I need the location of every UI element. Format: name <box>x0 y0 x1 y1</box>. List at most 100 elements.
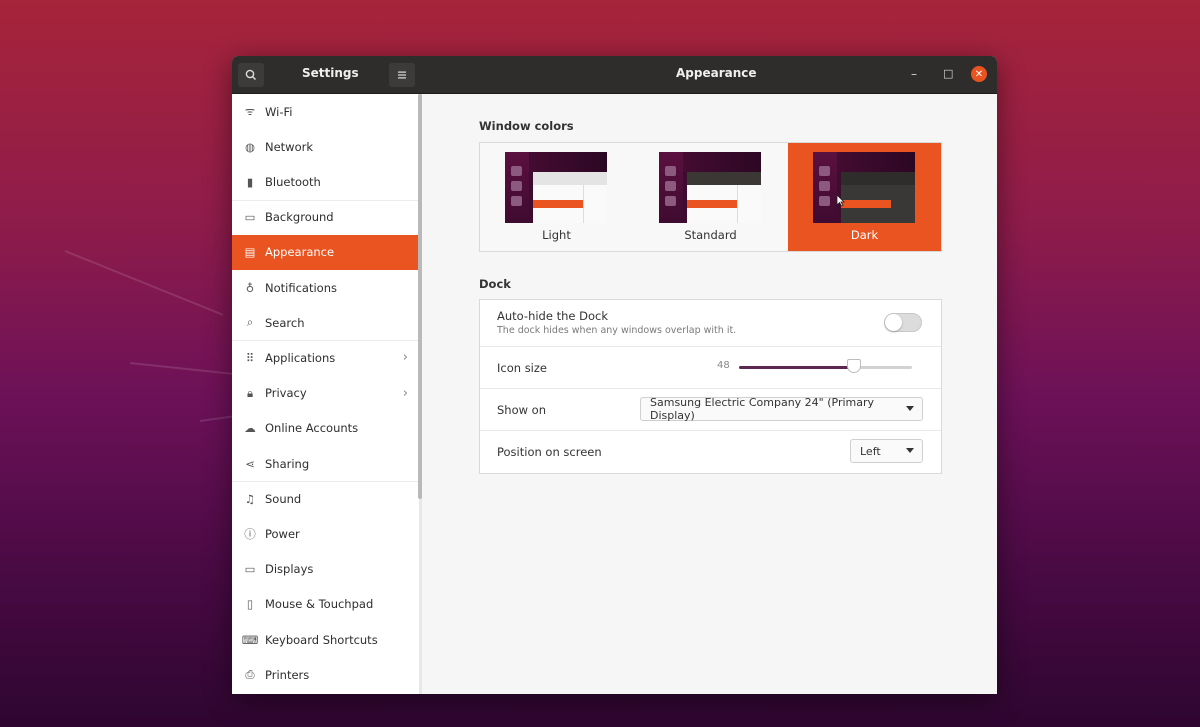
theme-label-dark: Dark <box>850 228 879 242</box>
sidebar-item-label: Applications <box>265 350 336 365</box>
theme-option-dark[interactable]: Dark <box>788 143 941 251</box>
settings-window: Settings Appearance – □ ✕ ᯤ Wi-Fi ◍ Network… <box>232 56 997 694</box>
sidebar-item-label: Keyboard Shortcuts <box>265 632 378 647</box>
hamburger-menu-icon <box>398 71 406 79</box>
sidebar-item-keyboard-shortcuts[interactable]: ⌨ Keyboard Shortcuts <box>232 622 420 657</box>
sidebar-item-label: Bluetooth <box>265 174 321 189</box>
cloud-icon: ☁ <box>244 421 256 436</box>
applications-grid-icon: ⠿ <box>245 350 255 365</box>
sidebar-item-label: Appearance <box>265 245 335 260</box>
wallpaper-streak <box>199 415 235 422</box>
sidebar-item-label: Displays <box>265 562 314 577</box>
sidebar-item-label: Search <box>265 315 305 330</box>
sidebar-item-power[interactable]: ⓘ Power <box>232 516 420 551</box>
notifications-bell-icon: ♁ <box>245 280 255 295</box>
mouse-icon: ▯ <box>246 597 254 612</box>
search-icon <box>245 69 257 81</box>
show-on-dropdown[interactable]: Samsung Electric Company 24" (Primary Di… <box>640 396 923 422</box>
sidebar-item-displays[interactable]: ▭ Displays <box>232 552 420 587</box>
close-icon: ✕ <box>974 68 984 80</box>
position-row: Position on screen Left <box>480 431 941 472</box>
sidebar-item-wi-fi[interactable]: ᯤ Wi-Fi <box>232 94 420 129</box>
show-on-row: Show on Samsung Electric Company 24" (Pr… <box>480 389 941 431</box>
sidebar-item-sound[interactable]: ♫ Sound <box>232 481 420 516</box>
keyboard-icon: ⌨ <box>241 632 259 647</box>
sidebar-item-sharing[interactable]: ⋖ Sharing <box>232 446 420 481</box>
printer-icon: ⎙ <box>245 667 255 682</box>
position-label: Position on screen <box>497 445 602 459</box>
menu-button[interactable] <box>389 63 415 87</box>
maximize-button[interactable]: □ <box>943 66 953 82</box>
icon-size-slider-thumb[interactable] <box>847 359 862 373</box>
icon-size-slider-fill <box>739 366 855 369</box>
sidebar-item-appearance[interactable]: ▤ Appearance <box>232 234 420 270</box>
mouse-cursor-icon <box>836 194 845 207</box>
sidebar-item-label: Sharing <box>265 456 310 471</box>
window-colors-selector: Light Standard Dark <box>479 142 942 252</box>
share-icon: ⋖ <box>245 456 255 471</box>
dock-heading: Dock <box>479 277 511 291</box>
wifi-icon: ᯤ <box>244 104 256 118</box>
minimize-button[interactable]: – <box>911 66 917 82</box>
theme-option-standard[interactable]: Standard <box>634 143 787 251</box>
theme-label-standard: Standard <box>684 228 737 242</box>
sidebar-item-background[interactable]: ▭ Background <box>232 200 420 235</box>
sidebar-item-privacy[interactable]: 🔒︎ Privacy › <box>232 376 420 411</box>
sidebar-item-label: Mouse & Touchpad <box>265 597 374 612</box>
sidebar-item-label: Power <box>265 526 300 541</box>
sidebar-item-label: Privacy <box>265 386 307 401</box>
network-globe-icon: ◍ <box>244 139 256 154</box>
theme-option-light[interactable]: Light <box>480 143 633 251</box>
appearance-icon: ▤ <box>244 245 256 260</box>
bluetooth-icon: ▮ <box>246 174 254 189</box>
power-icon: ⓘ <box>244 526 256 541</box>
background-monitor-icon: ▭ <box>244 210 256 225</box>
sidebar-item-online-accounts[interactable]: ☁ Online Accounts <box>232 411 420 446</box>
settings-title: Settings <box>302 66 359 80</box>
sidebar-item-label: Printers <box>265 667 310 682</box>
sidebar-item-mouse-touchpad[interactable]: ▯ Mouse & Touchpad <box>232 587 420 622</box>
sidebar-item-notifications[interactable]: ♁ Notifications <box>232 270 420 305</box>
light-theme-preview <box>505 152 607 223</box>
music-note-icon: ♫ <box>244 491 256 506</box>
chevron-down-icon <box>906 406 914 411</box>
autohide-toggle[interactable] <box>884 313 922 332</box>
close-button[interactable]: ✕ <box>971 66 987 82</box>
search-icon: ⌕ <box>246 315 254 330</box>
chevron-right-icon: › <box>402 385 408 401</box>
icon-size-value: 48 <box>717 360 730 371</box>
chevron-right-icon: › <box>402 350 408 366</box>
sidebar-item-bluetooth[interactable]: ▮ Bluetooth <box>232 164 420 199</box>
show-on-value: Samsung Electric Company 24" (Primary Di… <box>650 396 875 422</box>
sidebar-item-label: Sound <box>265 491 302 506</box>
autohide-description: The dock hides when any windows overlap … <box>497 325 737 336</box>
sidebar-item-label: Wi-Fi <box>265 104 293 119</box>
appearance-panel: Window colors Light Standard Dark Dock A… <box>422 94 997 694</box>
search-button[interactable] <box>238 63 264 87</box>
theme-label-light: Light <box>542 228 571 242</box>
sidebar-item-search[interactable]: ⌕ Search <box>232 305 420 340</box>
sidebar-item-applications[interactable]: ⠿ Applications › <box>232 340 420 375</box>
wallpaper-streak <box>129 362 235 375</box>
displays-icon: ▭ <box>244 562 256 577</box>
icon-size-row: Icon size 48 <box>480 347 941 389</box>
dark-theme-preview <box>813 152 915 223</box>
sidebar-item-network[interactable]: ◍ Network <box>232 129 420 164</box>
sidebar: ᯤ Wi-Fi ◍ Network ▮ Bluetooth ▭ Background ▤ Appe… <box>232 94 421 694</box>
chevron-down-icon <box>906 448 914 453</box>
icon-size-label: Icon size <box>497 361 547 375</box>
sidebar-item-label: Background <box>265 210 334 225</box>
position-dropdown[interactable]: Left <box>850 439 923 463</box>
privacy-lock-icon: 🔒︎ <box>246 385 254 400</box>
dock-settings-list: Auto-hide the Dock The dock hides when a… <box>479 299 942 474</box>
title-bar: Settings Appearance – □ ✕ <box>232 56 997 94</box>
sidebar-item-printers[interactable]: ⎙ Printers <box>232 657 420 692</box>
autohide-row: Auto-hide the Dock The dock hides when a… <box>480 300 941 347</box>
page-title: Appearance <box>676 66 757 80</box>
sidebar-item-label: Network <box>265 139 314 154</box>
sidebar-item-label: Notifications <box>265 280 337 295</box>
sidebar-item-label: Online Accounts <box>265 421 359 436</box>
icon-size-slider[interactable] <box>739 359 912 373</box>
position-value: Left <box>860 444 881 458</box>
standard-theme-preview <box>659 152 761 223</box>
